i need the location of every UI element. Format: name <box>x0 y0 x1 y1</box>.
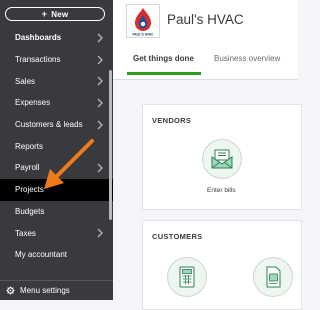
sidebar-item-label: My accountant <box>15 250 68 260</box>
company-name: Paul's HVAC <box>167 12 244 27</box>
sidebar-item-my-accountant[interactable]: My accountant <box>0 244 113 266</box>
sidebar-item-label: Budgets <box>15 206 45 216</box>
new-button-label: New <box>51 9 69 19</box>
chevron-right-icon <box>97 163 103 173</box>
chevron-right-icon <box>97 55 103 64</box>
sidebar-item-label: Reports <box>15 141 44 151</box>
sidebar-item-label: Transactions <box>15 55 61 65</box>
vendors-card: VENDORS Enter bills <box>142 104 302 210</box>
nav-list: Dashboards Transactions Sales Expenses C… <box>0 27 113 266</box>
sidebar-scrollbar[interactable] <box>109 70 112 220</box>
menu-settings-label: Menu settings <box>20 286 70 295</box>
sidebar-item-reports[interactable]: Reports <box>0 135 113 157</box>
chevron-right-icon <box>97 98 103 108</box>
tab-get-things-done[interactable]: Get things done <box>133 54 194 63</box>
sidebar-item-taxes[interactable]: Taxes <box>0 222 113 244</box>
customer-document-button[interactable] <box>253 257 293 297</box>
enter-bills-label[interactable]: Enter bills <box>207 187 236 194</box>
tab-business-overview[interactable]: Business overview <box>214 54 280 63</box>
sidebar-item-budgets[interactable]: Budgets <box>0 201 113 223</box>
plus-icon: + <box>41 9 48 19</box>
envelope-bill-icon <box>211 149 233 169</box>
left-nav-sidebar: + New Dashboards Transactions Sales Expe… <box>0 0 113 300</box>
customer-action-button[interactable] <box>167 257 207 297</box>
sidebar-item-label: Taxes <box>15 228 36 238</box>
chevron-right-icon <box>97 33 103 43</box>
sidebar-item-label: Expenses <box>15 98 51 108</box>
customers-title: CUSTOMERS <box>152 232 203 241</box>
active-tab-indicator <box>127 72 201 75</box>
svg-text:PAUL'S HVAC: PAUL'S HVAC <box>132 33 154 37</box>
sidebar-item-expenses[interactable]: Expenses <box>0 92 113 114</box>
chevron-right-icon <box>97 228 103 238</box>
sidebar-item-label: Payroll <box>15 163 40 173</box>
vendors-title: VENDORS <box>152 116 192 125</box>
document-icon <box>266 266 281 288</box>
customers-card: CUSTOMERS <box>142 220 302 310</box>
sidebar-item-label: Projects <box>15 185 44 195</box>
gear-icon <box>6 286 15 295</box>
sidebar-item-transactions[interactable]: Transactions <box>0 49 113 71</box>
sidebar-item-label: Dashboards <box>15 33 62 43</box>
menu-settings-button[interactable]: Menu settings <box>0 280 113 300</box>
sidebar-item-dashboards[interactable]: Dashboards <box>0 27 113 49</box>
company-header: PAUL'S HVAC Paul's HVAC Get things done … <box>113 0 298 80</box>
sidebar-item-customers-leads[interactable]: Customers & leads <box>0 114 113 136</box>
sidebar-item-sales[interactable]: Sales <box>0 70 113 92</box>
chevron-right-icon <box>97 120 103 130</box>
calculator-icon <box>179 266 195 288</box>
enter-bills-button[interactable] <box>202 139 242 179</box>
sidebar-item-label: Sales <box>15 76 36 86</box>
chevron-right-icon <box>97 76 103 86</box>
sidebar-item-label: Customers & leads <box>15 120 83 130</box>
sidebar-item-payroll[interactable]: Payroll <box>0 157 113 179</box>
sidebar-item-projects[interactable]: Projects <box>0 178 113 201</box>
company-logo: PAUL'S HVAC <box>126 4 160 38</box>
new-button[interactable]: + New <box>5 7 105 21</box>
